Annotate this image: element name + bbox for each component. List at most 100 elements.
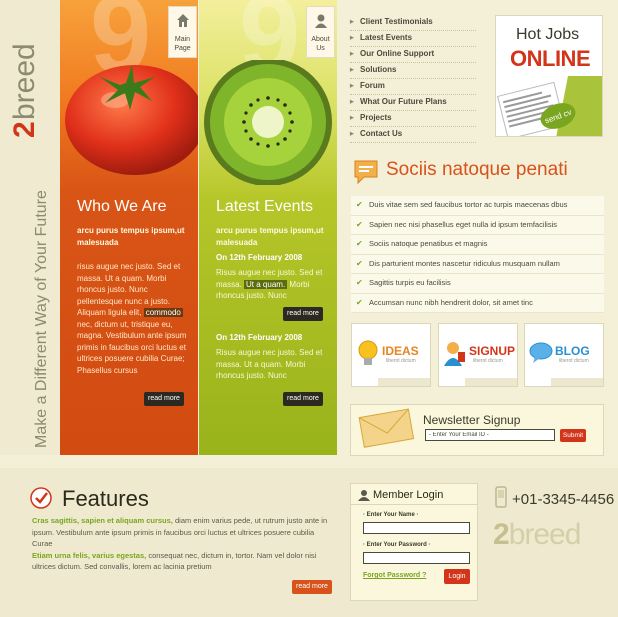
who-we-are-subtitle: arcu purus tempus ipsum,ut malesuada bbox=[77, 226, 185, 247]
check-icon: ✔ bbox=[356, 258, 363, 268]
check-icon: ✔ bbox=[356, 219, 363, 229]
svg-text:breed: breed bbox=[8, 43, 41, 120]
check-icon: ✔ bbox=[356, 297, 363, 307]
who-we-are-title: Who We Are bbox=[77, 198, 167, 215]
features-body: Cras sagittis, sapien et aliquam cursus,… bbox=[32, 515, 332, 573]
list-item-text: Duis vitae sem sed faucibus tortor ac tu… bbox=[369, 200, 568, 209]
home-icon bbox=[177, 14, 189, 27]
envelope-icon bbox=[358, 408, 415, 448]
login-button[interactable]: Login bbox=[444, 569, 470, 584]
about-us-tab[interactable]: About Us bbox=[306, 6, 335, 58]
footer-brand-text: breed bbox=[508, 518, 582, 551]
password-label: · Enter Your Password · bbox=[363, 542, 431, 548]
about-us-tab-label: About Us bbox=[311, 36, 330, 52]
member-login-box: Member Login · Enter Your Name · · Enter… bbox=[350, 483, 478, 601]
newsletter-email-input[interactable] bbox=[425, 429, 555, 441]
nav-item-solutions[interactable]: Solutions bbox=[350, 63, 476, 79]
card-footer bbox=[465, 378, 517, 386]
who-we-are-text-part: nec, dictum ut, tristique eu, magna. Ves… bbox=[77, 319, 187, 375]
signup-label: SIGNUP bbox=[469, 344, 516, 358]
list-item-text: Dis parturient montes nascetur ridiculus… bbox=[369, 258, 560, 268]
signup-card[interactable]: SIGNUP liberot dictum bbox=[438, 323, 518, 387]
nav-item-latest-events[interactable]: Latest Events bbox=[350, 31, 476, 47]
card-footer bbox=[551, 378, 603, 386]
main-page-tab-label: Main Page bbox=[174, 36, 191, 52]
event-read-more-button[interactable]: read more bbox=[283, 392, 323, 406]
who-we-are-text: risus augue nec justo. Sed et massa. Ut … bbox=[77, 261, 189, 376]
main-page-tab[interactable]: Main Page bbox=[168, 6, 197, 58]
feature-checklist: ✔ Duis vitae sem sed faucibus tortor ac t… bbox=[351, 196, 604, 313]
brand-logo[interactable]: 2 breed bbox=[8, 0, 54, 140]
send-cv-graphic: send cv bbox=[497, 76, 602, 136]
who-we-are-highlight: commodo bbox=[143, 308, 183, 317]
list-item: ✔ Sagittis turpis eu facilisis bbox=[351, 274, 604, 294]
chat-bubble-icon bbox=[529, 342, 553, 363]
nav-item-online-support[interactable]: Our Online Support bbox=[350, 47, 476, 63]
newsletter-box: Newsletter Signup Submit bbox=[350, 404, 604, 456]
socii-title: Sociis natoque penati bbox=[386, 159, 568, 180]
card-footer bbox=[378, 378, 430, 386]
signup-user-icon bbox=[444, 342, 465, 366]
list-item-text: Sociis natoque penatibus et magnis bbox=[369, 239, 488, 248]
speech-bubble-icon bbox=[354, 160, 378, 185]
latest-events-column: 9 Latest Events arcu purus tempus ipsum,… bbox=[199, 0, 337, 455]
blog-card[interactable]: BLOG liberot dictum bbox=[524, 323, 604, 387]
hot-jobs-banner[interactable]: Hot Jobs ONLINE send cv bbox=[495, 15, 603, 137]
tomato-image bbox=[65, 65, 198, 175]
event-date: On 12th February 2008 bbox=[216, 253, 303, 262]
newsletter-submit-button[interactable]: Submit bbox=[560, 429, 586, 442]
list-item-text: Accumsan nunc nibh hendrerit dolor, sit … bbox=[369, 297, 533, 307]
checkmark-circle-icon bbox=[30, 487, 52, 509]
nav-item-client-testimonials[interactable]: Client Testimonials bbox=[350, 15, 476, 31]
page: 2 breed Make a Different Way of Your Fut… bbox=[0, 0, 618, 617]
ideas-card[interactable]: IDEAS liberot dictum bbox=[351, 323, 431, 387]
blog-sub: liberot dictum bbox=[559, 358, 589, 364]
features-read-more-button[interactable]: read more bbox=[292, 580, 332, 594]
phone-number: +01-3345-4456 bbox=[512, 491, 615, 508]
nav-item-projects[interactable]: Projects bbox=[350, 111, 476, 127]
member-user-icon bbox=[358, 490, 370, 501]
ideas-label: IDEAS bbox=[382, 344, 419, 358]
brand-strip: 2 breed Make a Different Way of Your Fut… bbox=[0, 0, 60, 455]
features-lead: Etiam urna felis, varius egestas, bbox=[32, 550, 147, 560]
user-icon bbox=[315, 14, 327, 28]
lightbulb-icon bbox=[358, 340, 378, 365]
blog-label: BLOG bbox=[555, 344, 590, 358]
who-we-are-column: 9 Who We Are arcu purus tempus ipsum,ut … bbox=[60, 0, 198, 455]
forgot-password-link[interactable]: Forgot Password ? bbox=[363, 572, 426, 579]
newsletter-title: Newsletter Signup bbox=[423, 413, 521, 427]
list-item: ✔ Sociis natoque penatibus et magnis bbox=[351, 235, 604, 255]
list-item: ✔ Dis parturient montes nascetur ridiculu… bbox=[351, 254, 604, 274]
name-label: · Enter Your Name · bbox=[363, 512, 419, 518]
list-item-text: Sagittis turpis eu facilisis bbox=[369, 278, 451, 287]
check-icon: ✔ bbox=[356, 278, 363, 287]
socii-heading: Sociis natoque penati bbox=[352, 158, 568, 188]
list-item: ✔ Duis vitae sem sed faucibus tortor ac t… bbox=[351, 196, 604, 216]
event-text: Risus augue nec justo. Sed et massa. Ut … bbox=[216, 348, 323, 380]
event-highlight: Ut a quam. bbox=[244, 279, 288, 289]
main-nav: Client Testimonials Latest Events Our On… bbox=[350, 15, 476, 143]
list-item: ✔ Sapien nec nisi phasellus eget nulla id… bbox=[351, 215, 604, 235]
phone-icon bbox=[495, 486, 507, 508]
latest-events-subtitle: arcu purus tempus ipsum,ut malesuada bbox=[216, 226, 324, 247]
list-item-text: Sapien nec nisi phasellus eget nulla id … bbox=[369, 219, 558, 229]
features-title: Features bbox=[62, 486, 149, 511]
signup-sub: liberot dictum bbox=[473, 358, 503, 364]
ideas-sub: liberot dictum bbox=[386, 358, 416, 364]
username-input[interactable] bbox=[363, 522, 470, 534]
footer-brand-number: 2 bbox=[493, 518, 510, 551]
hot-jobs-online: ONLINE bbox=[510, 46, 591, 71]
footer-brand: 2breed bbox=[493, 518, 582, 552]
latest-events-title: Latest Events bbox=[216, 198, 313, 215]
password-input[interactable] bbox=[363, 552, 470, 564]
nav-item-forum[interactable]: Forum bbox=[350, 79, 476, 95]
nav-item-contact-us[interactable]: Contact Us bbox=[350, 127, 476, 143]
event-read-more-button[interactable]: read more bbox=[283, 307, 323, 321]
member-login-title: Member Login bbox=[373, 489, 444, 501]
nav-item-future-plans[interactable]: What Our Future Plans bbox=[350, 95, 476, 111]
list-item: ✔ Accumsan nunc nibh hendrerit dolor, sit… bbox=[351, 293, 604, 313]
kiwi-image bbox=[204, 60, 332, 185]
hot-jobs-title: Hot Jobs bbox=[516, 26, 580, 43]
svg-text:2: 2 bbox=[8, 121, 41, 138]
who-we-are-read-more-button[interactable]: read more bbox=[144, 392, 184, 406]
